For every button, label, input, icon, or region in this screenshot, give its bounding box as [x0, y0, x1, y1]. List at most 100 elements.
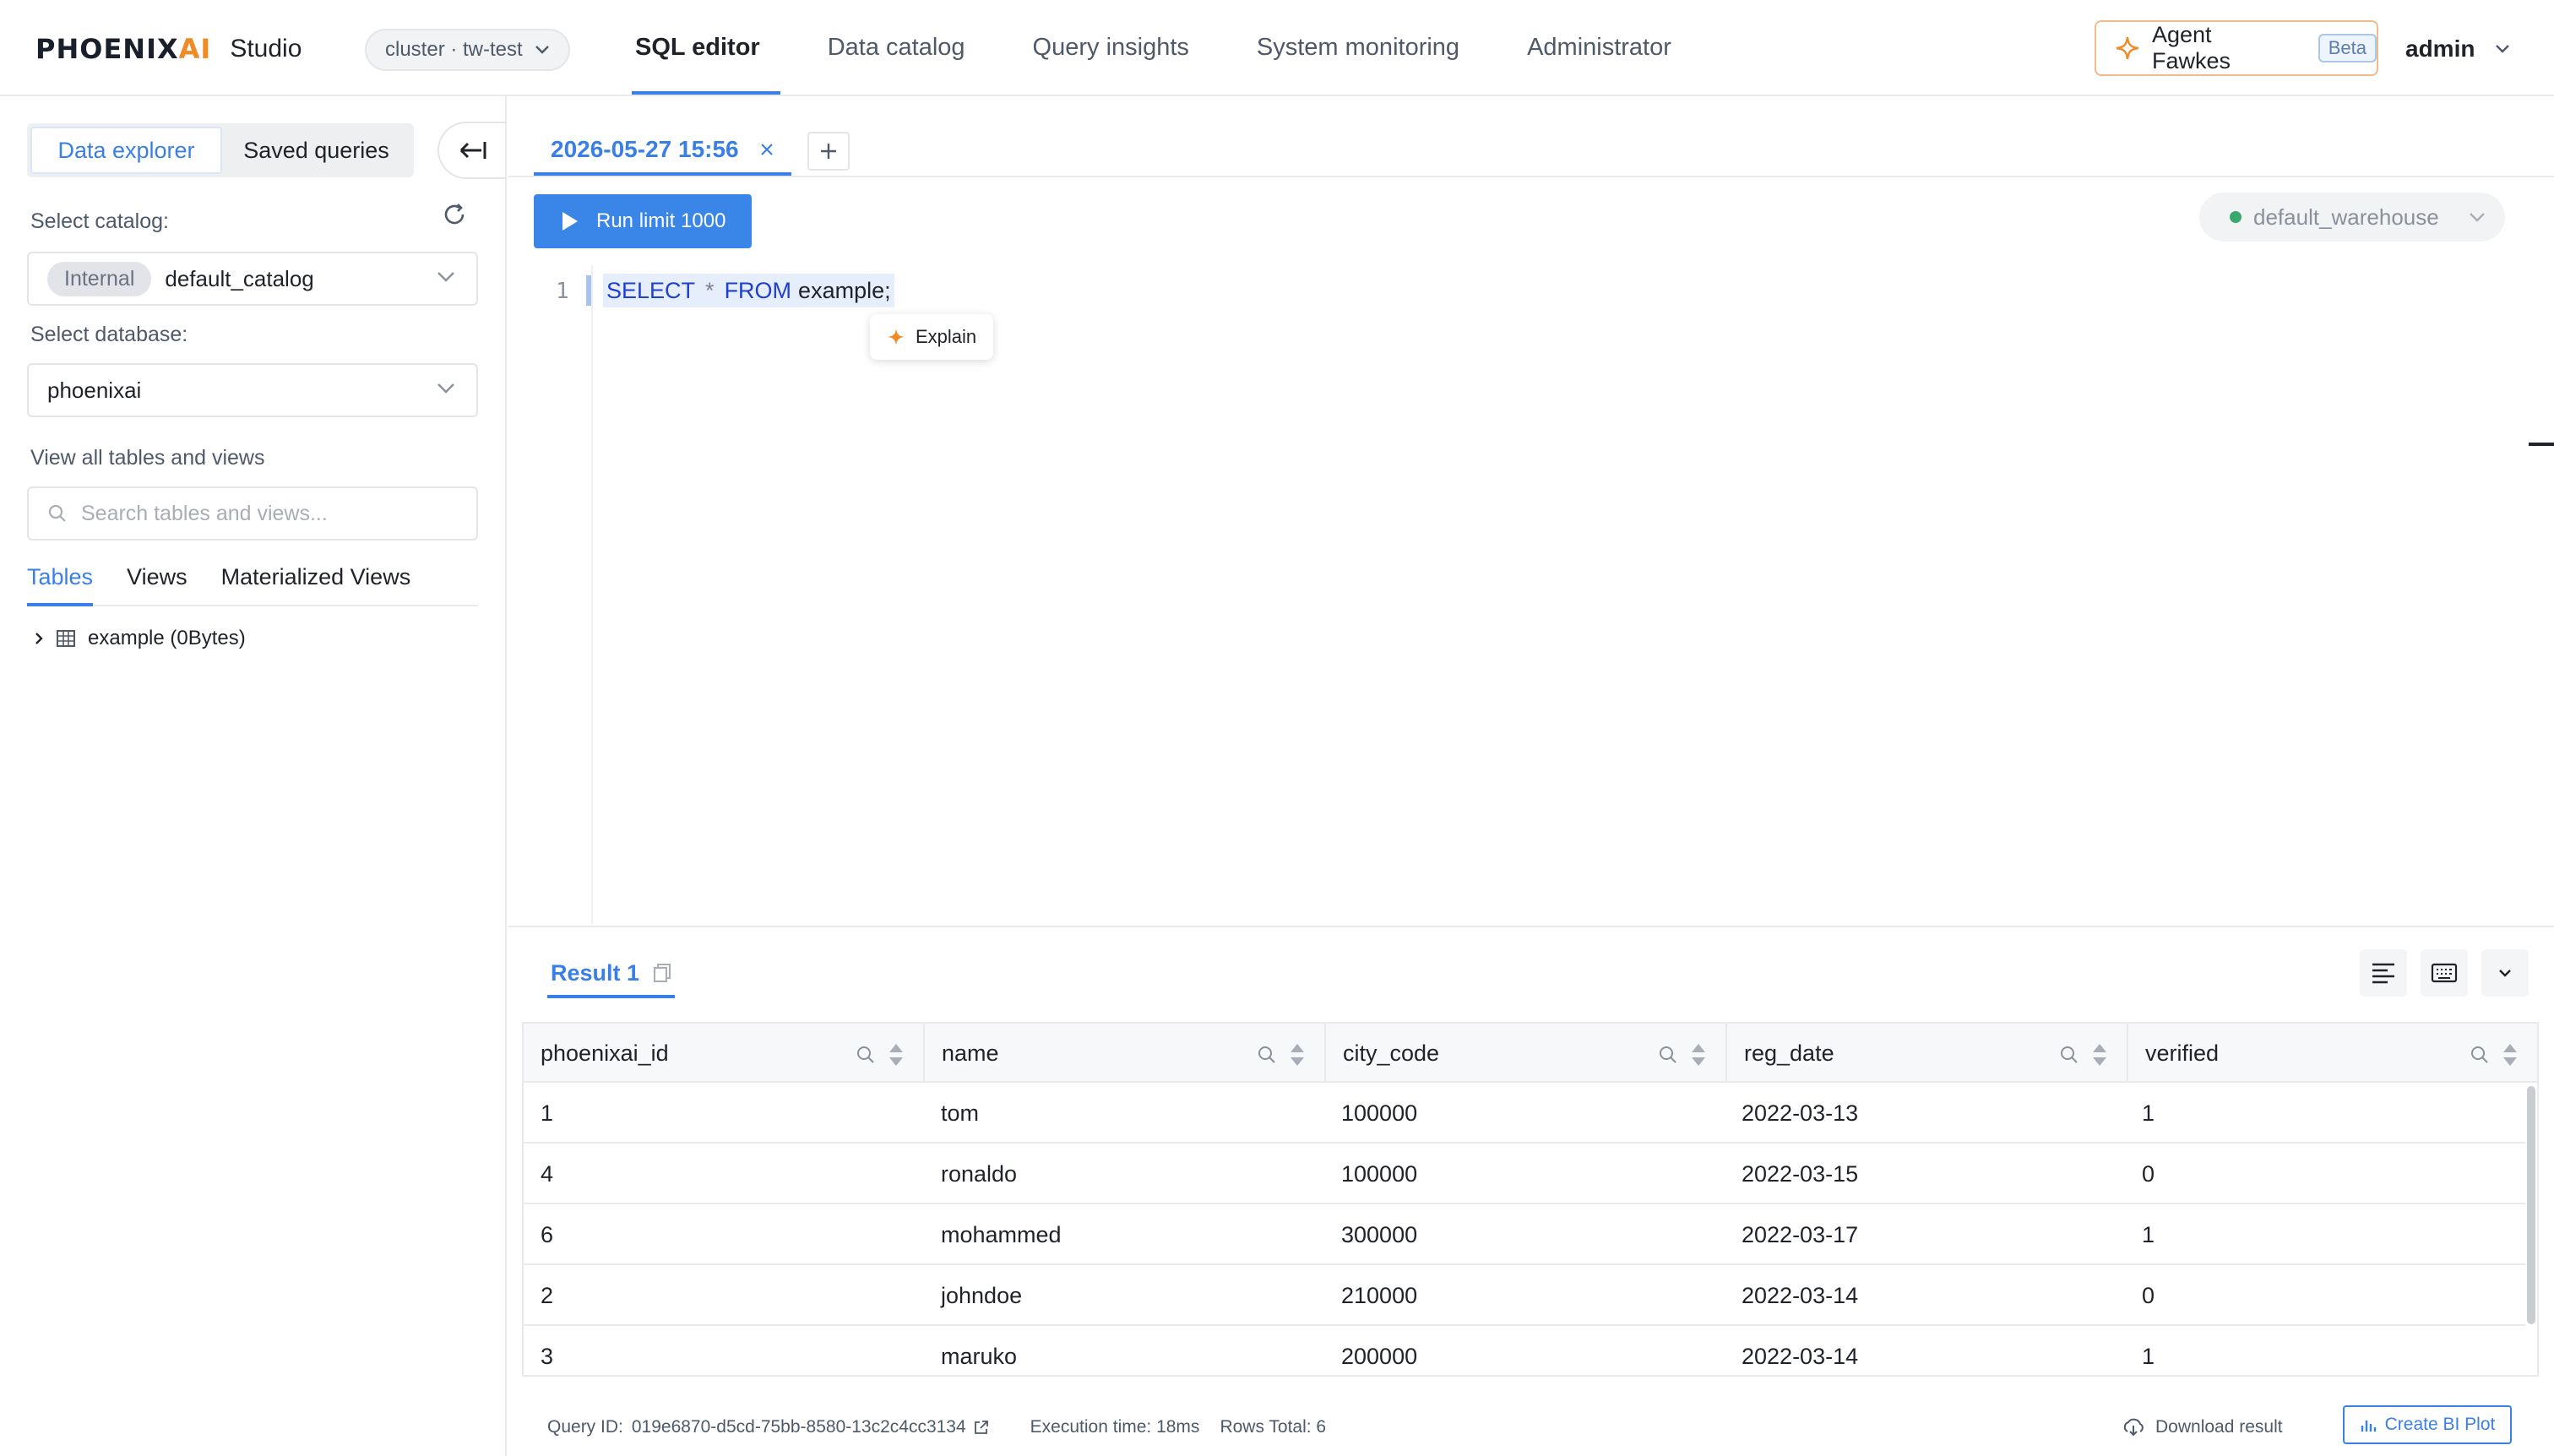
select-database-label: Select database: [30, 323, 188, 346]
editor-gutter: 1 [508, 265, 593, 924]
table-cell: 1 [2142, 1100, 2155, 1126]
column-header[interactable]: name [925, 1024, 1326, 1083]
table-cell: maruko [941, 1343, 1018, 1369]
chevron-right-icon[interactable] [34, 631, 44, 646]
column-header[interactable]: city_code [1326, 1024, 1727, 1083]
main-nav: SQL editor Data catalog Query insights S… [632, 0, 1739, 95]
results-table: phoenixai_id name city_code reg_date ver… [522, 1022, 2539, 1377]
explain-label: Explain [916, 326, 977, 347]
editor-tabs: 2026-05-27 15:56 [508, 96, 2554, 177]
column-header[interactable]: verified [2128, 1024, 2537, 1083]
format-button[interactable] [2360, 949, 2407, 997]
column-title: name [942, 1040, 999, 1066]
table-scrollbar[interactable] [2527, 1086, 2535, 1324]
warehouse-name: default_warehouse [2253, 204, 2439, 230]
table-cell: 2022-03-14 [1742, 1282, 1859, 1308]
download-result-button[interactable]: Download result [2122, 1410, 2283, 1444]
view-all-label: View all tables and views [30, 446, 265, 470]
table-cell: 210000 [1341, 1282, 1418, 1308]
add-tab-button[interactable] [807, 132, 850, 171]
warehouse-selector[interactable]: default_warehouse [2199, 193, 2505, 242]
refresh-icon[interactable] [441, 201, 468, 228]
sql-code-line[interactable]: SELECT * FROM example; [603, 274, 894, 307]
result-tab-label: Result 1 [551, 959, 640, 986]
sort-icon[interactable] [1289, 1042, 1306, 1068]
column-title: city_code [1343, 1040, 1440, 1066]
column-header[interactable]: reg_date [1727, 1024, 2128, 1083]
table-cell: 100000 [1341, 1100, 1418, 1126]
nav-sql-editor[interactable]: SQL editor [632, 0, 780, 95]
table-cell: 0 [2142, 1160, 2155, 1187]
table-cell: 1 [541, 1100, 554, 1126]
more-options-button[interactable] [2481, 949, 2529, 997]
query-tab[interactable]: 2026-05-27 15:56 [534, 127, 791, 176]
table-cell: 2022-03-17 [1742, 1221, 1859, 1247]
tab-tables[interactable]: Tables [27, 564, 94, 606]
cluster-selector[interactable]: cluster · tw-test [365, 29, 570, 71]
tab-saved-queries[interactable]: Saved queries [222, 127, 410, 174]
column-title: verified [2145, 1040, 2220, 1066]
beta-badge: Beta [2318, 34, 2377, 62]
sort-icon[interactable] [2091, 1042, 2108, 1068]
query-id[interactable]: 019e6870-d5cd-75bb-8580-13c2c4cc3134 [632, 1417, 966, 1437]
run-button[interactable]: Run limit 1000 [534, 194, 752, 248]
search-icon[interactable] [856, 1045, 876, 1065]
table-row[interactable]: 4 ronaldo 100000 2022-03-15 0 [524, 1144, 2525, 1204]
result-tab[interactable]: Result 1 [547, 951, 676, 998]
database-select[interactable]: phoenixai [27, 363, 478, 417]
tab-materialized-views[interactable]: Materialized Views [221, 564, 411, 605]
create-bi-label: Create BI Plot [2384, 1415, 2496, 1434]
column-header[interactable]: phoenixai_id [524, 1024, 925, 1083]
user-menu[interactable]: admin [2405, 25, 2510, 73]
result-toolbar [2360, 949, 2529, 997]
close-icon[interactable] [759, 142, 774, 157]
tab-data-explorer[interactable]: Data explorer [30, 127, 222, 174]
sort-icon[interactable] [888, 1042, 905, 1068]
chevron-down-icon [2469, 213, 2485, 222]
keyboard-button[interactable] [2421, 949, 2468, 997]
cloud-download-icon [2123, 1418, 2144, 1437]
catalog-select[interactable]: Internal default_catalog [27, 252, 478, 306]
table-row[interactable]: 1 tom 100000 2022-03-13 1 [524, 1083, 2525, 1144]
search-icon[interactable] [2470, 1045, 2490, 1065]
table-cell: 3 [541, 1343, 554, 1369]
table-cell: 1 [2142, 1343, 2155, 1369]
nav-system-monitoring[interactable]: System monitoring [1257, 0, 1459, 95]
nav-query-insights[interactable]: Query insights [1033, 0, 1189, 95]
play-icon [562, 212, 578, 231]
agent-fawkes-button[interactable]: Agent Fawkes Beta [2095, 20, 2378, 76]
search-icon[interactable] [1658, 1045, 1678, 1065]
table-cell: 300000 [1341, 1221, 1418, 1247]
line-number: 1 [556, 279, 569, 304]
text-align-icon [2372, 963, 2394, 984]
search-icon[interactable] [2059, 1045, 2079, 1065]
table-cell: 2022-03-13 [1742, 1100, 1859, 1126]
copy-icon[interactable] [653, 963, 671, 983]
table-name: example (0Bytes) [88, 627, 246, 649]
table-row[interactable]: 2 johndoe 210000 2022-03-14 0 [524, 1265, 2525, 1326]
collapse-sidebar-button[interactable] [437, 122, 507, 179]
query-tab-label: 2026-05-27 15:56 [551, 136, 739, 162]
sort-icon[interactable] [2502, 1042, 2519, 1068]
tab-views[interactable]: Views [127, 564, 187, 605]
nav-administrator[interactable]: Administrator [1527, 0, 1671, 95]
table-cell: tom [941, 1100, 980, 1126]
agent-label: Agent Fawkes [2151, 22, 2231, 73]
column-title: reg_date [1744, 1040, 1834, 1066]
create-bi-plot-button[interactable]: Create BI Plot [2343, 1405, 2512, 1444]
search-input[interactable] [81, 501, 453, 526]
table-cell: ronaldo [941, 1160, 1018, 1187]
sql-editor[interactable]: 1 SELECT * FROM example; Explain [508, 265, 2554, 924]
table-row[interactable]: 6 mohammed 300000 2022-03-17 1 [524, 1204, 2525, 1265]
external-link-icon[interactable] [973, 1419, 990, 1436]
table-row[interactable]: 3 maruko 200000 2022-03-14 1 [524, 1326, 2525, 1375]
chevron-down-icon [437, 383, 454, 394]
results-panel: Result 1 phoenixai_id name city_code reg… [508, 926, 2554, 1456]
sort-icon[interactable] [1690, 1042, 1707, 1068]
table-tree-item[interactable]: example (0Bytes) [34, 622, 246, 655]
chevron-down-icon [2499, 970, 2511, 977]
logo[interactable]: PHOENIXAI Studio [35, 32, 302, 66]
search-icon[interactable] [1257, 1045, 1277, 1065]
explain-button[interactable]: Explain [870, 314, 993, 360]
nav-data-catalog[interactable]: Data catalog [828, 0, 965, 95]
